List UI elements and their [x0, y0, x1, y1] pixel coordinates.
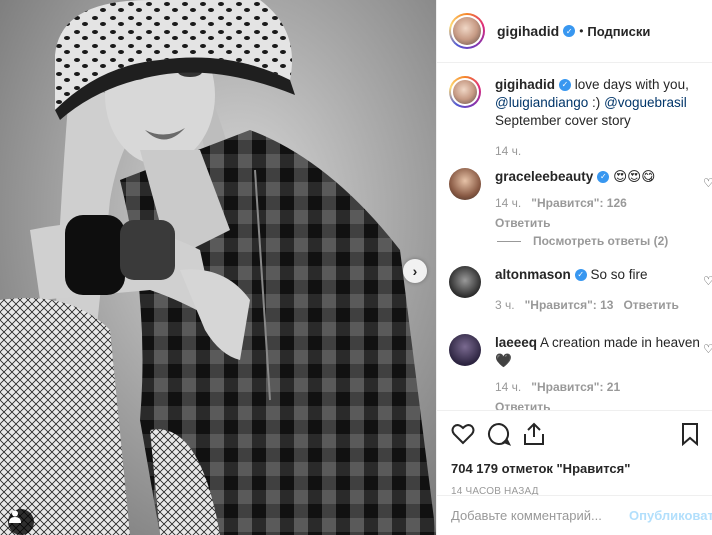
- post-sidebar: gigihadid ✓ • Подписки gigihadid ✓ love d…: [436, 0, 712, 535]
- verified-badge-icon: ✓: [559, 79, 571, 92]
- comment-item: graceleebeauty ✓ 😍😍😋 14 ч. "Нравится": 12…: [449, 168, 655, 232]
- heart-icon[interactable]: ♡: [703, 342, 712, 356]
- photo-illustration: [0, 0, 436, 535]
- verified-badge-icon: ✓: [597, 171, 610, 184]
- view-replies-label: Посмотреть ответы (2): [533, 234, 669, 248]
- post-header: gigihadid ✓ • Подписки: [437, 0, 712, 63]
- heart-icon[interactable]: ♡: [703, 274, 712, 288]
- separator-dot: •: [579, 24, 584, 38]
- user-tag-button[interactable]: [8, 509, 34, 535]
- comment-username[interactable]: altonmason: [495, 267, 571, 282]
- mention-link[interactable]: @luigiandiango: [495, 95, 588, 110]
- caption: gigihadid ✓ love days with you, @luigiand…: [449, 76, 709, 160]
- user-tag-icon: [9, 510, 21, 523]
- comment-text: 😍😍😋: [613, 169, 656, 184]
- view-replies-button[interactable]: Посмотреть ответы (2): [497, 234, 668, 248]
- action-bar: [451, 421, 699, 447]
- reply-button[interactable]: Ответить: [623, 296, 678, 314]
- bookmark-icon[interactable]: [681, 422, 699, 446]
- comment-item: altonmason ✓ So so fire 3 ч. "Нравится": …: [449, 266, 679, 314]
- comment-time[interactable]: 3 ч.: [495, 296, 515, 314]
- avatar[interactable]: [449, 334, 481, 366]
- verified-badge-icon: ✓: [574, 269, 587, 282]
- comment-text: A creation made in heaven: [540, 335, 700, 350]
- avatar[interactable]: [449, 168, 481, 200]
- comment-time[interactable]: 14 ч.: [495, 378, 521, 396]
- carousel-next-button[interactable]: ›: [403, 259, 427, 283]
- following-button[interactable]: Подписки: [587, 24, 650, 39]
- comment-likes[interactable]: "Нравится": 126: [531, 194, 627, 212]
- reply-button[interactable]: Ответить: [495, 214, 550, 232]
- comment-likes[interactable]: "Нравится": 13: [525, 296, 614, 314]
- divider-line: [497, 240, 521, 242]
- verified-badge-icon: ✓: [563, 25, 576, 37]
- header-username[interactable]: gigihadid: [497, 23, 559, 39]
- caption-text: September cover story: [495, 113, 631, 128]
- reply-button[interactable]: Ответить: [495, 398, 550, 410]
- comment-time[interactable]: 14 ч.: [495, 194, 521, 212]
- add-comment-bar: Опубликовать: [437, 495, 712, 535]
- comment-item: laeeeq A creation made in heaven 🖤 14 ч.…: [449, 334, 705, 410]
- likes-count[interactable]: 704 179 отметок "Нравится": [451, 461, 699, 476]
- caption-time[interactable]: 14 ч.: [495, 142, 521, 160]
- publish-button[interactable]: Опубликовать: [629, 508, 712, 523]
- avatar[interactable]: [449, 13, 485, 49]
- heart-icon[interactable]: [451, 423, 475, 445]
- post-photo[interactable]: ›: [0, 0, 436, 535]
- heart-icon[interactable]: ♡: [703, 176, 712, 190]
- comment-icon[interactable]: [487, 422, 511, 446]
- mention-link[interactable]: @voguebrasil: [604, 95, 687, 110]
- avatar[interactable]: [449, 266, 481, 298]
- comments-list[interactable]: gigihadid ✓ love days with you, @luigiand…: [437, 64, 712, 410]
- post-actions: 704 179 отметок "Нравится" 14 часов наза…: [437, 410, 712, 497]
- caption-text: love days with you,: [574, 77, 689, 92]
- comment-text: So so fire: [590, 267, 648, 282]
- chevron-right-icon: ›: [412, 263, 418, 279]
- comment-likes[interactable]: "Нравится": 21: [531, 378, 620, 396]
- comment-username[interactable]: laeeeq: [495, 335, 537, 350]
- share-icon[interactable]: [523, 422, 545, 446]
- comment-text: 🖤: [495, 353, 512, 368]
- comment-username[interactable]: graceleebeauty: [495, 169, 593, 184]
- caption-username[interactable]: gigihadid: [495, 77, 555, 92]
- caption-avatar[interactable]: [449, 76, 481, 108]
- comment-input[interactable]: [451, 508, 627, 523]
- caption-text: :): [592, 95, 601, 110]
